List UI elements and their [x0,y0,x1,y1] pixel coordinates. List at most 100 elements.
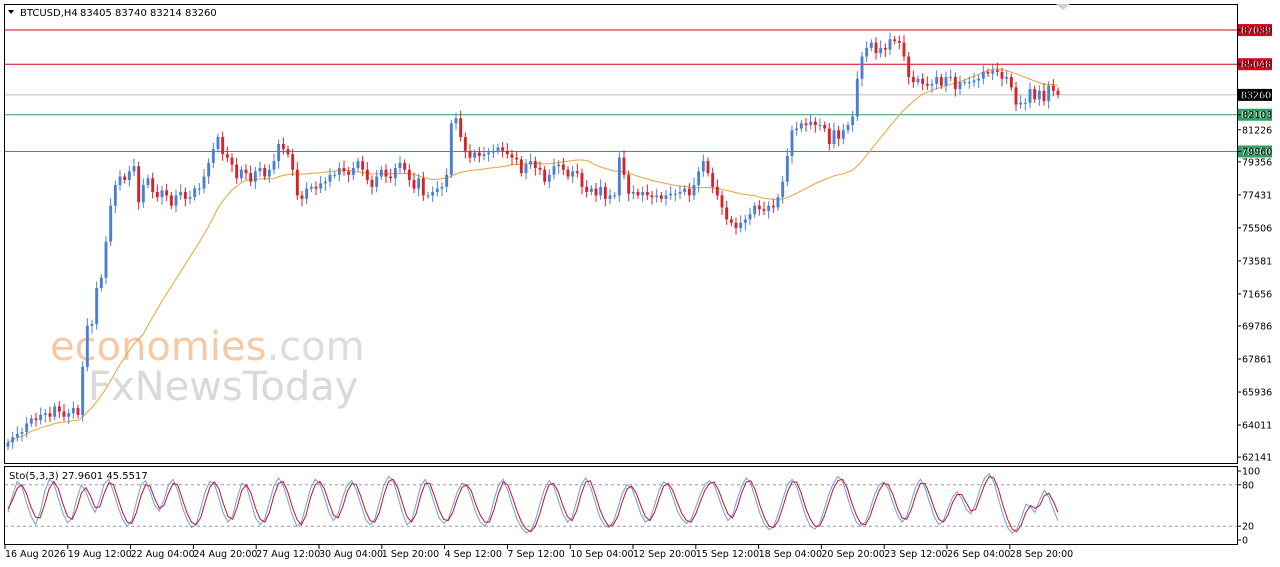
candle-body [869,42,873,48]
candle-body [585,186,589,192]
time-tick-label: 15 Sep 12:00 [696,549,759,560]
candle-body [379,169,383,177]
candle-body [445,174,449,187]
candle-body [692,185,696,196]
candle-body [631,191,635,194]
candle-body [939,77,943,86]
candle-body [552,166,556,175]
candle-body [529,161,533,165]
candle-body [673,193,677,195]
candle-body [1028,89,1032,103]
time-tick-label: 20 Sep 20:00 [821,549,884,560]
candle-body [319,183,323,189]
candle-body [879,47,883,54]
candle-body [799,123,803,129]
candle-body [505,150,509,155]
candle-body [818,125,822,127]
candle-body [874,42,878,54]
candle-body [1005,77,1009,79]
candle-body [463,137,467,151]
candle-body [384,169,388,177]
time-tick-label: 27 Aug 12:00 [256,549,320,560]
candle-body [729,219,733,223]
candle-body [155,191,159,198]
candle-body [305,188,309,199]
time-tick-label: 12 Sep 20:00 [633,549,696,560]
candle-body [524,164,528,174]
candle-body [902,42,906,57]
candle-body [440,186,444,189]
candle-body [375,176,379,187]
candle-body [832,130,836,144]
time-tick-label: 1 Sep 20:00 [382,549,439,560]
candle-body [207,162,211,177]
candle-body [15,433,19,438]
candle-body [837,130,841,139]
candle-body [249,173,253,182]
candle-body [1056,90,1060,95]
candle-body [809,121,813,126]
candle-body [636,191,640,196]
candle-body [57,406,61,412]
candle-body [767,205,771,211]
candle-body [963,82,967,84]
stochastic-label: Sto(5,3,3) 27.9601 45.5517 [9,471,148,482]
candle-body [6,442,10,447]
chart-canvas: economies.com FxNewsToday 87039850488210… [4,4,1272,560]
candle-body [650,195,654,198]
time-tick-label: 19 Aug 12:00 [68,549,132,560]
candle-body [949,77,953,79]
candle-body [412,179,416,189]
price-tick-label: 83260 [1242,90,1272,101]
candle-body [981,71,985,79]
candle-body [897,41,901,43]
candle-body [925,83,929,86]
candle-body [71,408,75,414]
candle-body [515,157,519,160]
candle-body [356,161,360,168]
scroll-indicator-icon [1056,4,1070,10]
candle-body [893,39,897,42]
candle-body [160,190,164,198]
candle-body [39,414,43,421]
candle-body [309,186,313,189]
candle-body [323,181,327,184]
candle-body [347,171,351,175]
candle-body [571,171,575,177]
candle-body [907,56,911,78]
candle-body [291,154,295,170]
candle-body [757,205,761,210]
candle-body [533,161,537,168]
price-tick-label: 81226 [1242,125,1272,136]
symbol-label: BTCUSD,H4 [20,8,78,19]
candle-body [20,432,24,434]
price-tick-label: 65936 [1242,388,1272,399]
candle-body [188,197,192,199]
candle-body [351,167,355,175]
candle-body [25,423,29,433]
candle-body [1037,90,1041,100]
candle-body [1042,90,1046,102]
candle-body [655,195,659,198]
candle-body [43,413,47,415]
candle-body [183,191,187,199]
candle-body [76,408,80,415]
price-tick-label: 73581 [1242,256,1272,267]
candle-body [669,193,673,196]
dropdown-triangle-icon[interactable] [8,10,14,14]
candle-body [855,78,859,117]
price-tick-label: 67861 [1242,355,1272,366]
candle-body [361,161,365,170]
price-tick-label: 87039 [1242,26,1272,37]
candle-body [1047,85,1051,102]
candle-body [123,176,127,180]
candle-body [823,125,827,129]
price-tick-label: 62141 [1242,453,1272,464]
candle-body [645,191,649,196]
price-tick-label: 64011 [1242,421,1272,432]
candle-body [608,195,612,199]
time-tick-label: 24 Aug 20:00 [193,549,257,560]
candle-body [851,116,855,126]
candle-body [477,152,481,156]
candle-body [263,167,267,177]
